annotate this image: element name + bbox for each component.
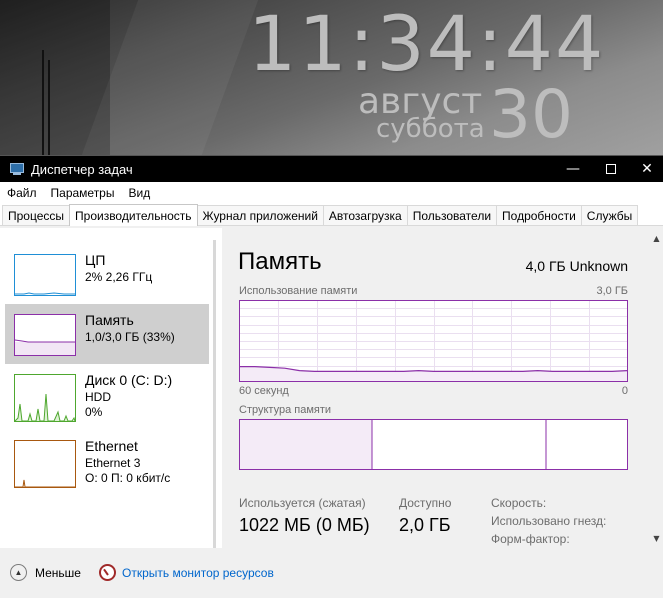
fewer-details-button[interactable]: ▲ Меньше [10,564,81,581]
disk-usage: 0% [85,405,103,419]
memory-total: 4,0 ГБ Unknown [525,258,628,274]
panel-splitter[interactable] [213,240,216,548]
disk-type: HDD [85,390,111,404]
cpu-name: ЦП [85,252,106,268]
available-value: 2,0 ГБ [399,515,451,535]
structure-in-use-segment [240,420,372,469]
in-use-value: 1022 МБ (0 МБ) [239,515,370,535]
menu-file[interactable]: Файл [0,186,44,200]
maximize-icon [606,164,616,174]
tab-users[interactable]: Пользователи [406,205,498,225]
ethernet-thumbnail-graph [14,440,76,488]
resource-list: ЦП 2% 2,26 ГГц Память 1,0/3,0 ГБ (33%) Д… [0,236,212,546]
scroll-up-arrow-icon[interactable]: ▲ [650,232,663,246]
disk-name: Диск 0 (C: D:) [85,372,173,388]
memory-usage-chart [239,300,628,382]
scroll-down-arrow-icon[interactable]: ▼ [650,532,663,546]
fewer-details-label: Меньше [35,565,81,580]
structure-label: Структура памяти [239,404,332,416]
tab-app-history[interactable]: Журнал приложений [196,205,324,225]
ethernet-name: Ethernet [85,438,138,454]
tab-performance[interactable]: Производительность [69,204,198,226]
slots-used-label: Использовано гнезд: [491,514,607,528]
chevron-up-icon: ▲ [10,564,27,581]
usage-chart-max: 3,0 ГБ [596,285,628,297]
resource-monitor-icon [99,564,116,581]
title-bar[interactable]: Диспетчер задач — ✕ [0,156,663,182]
resource-item-ethernet[interactable]: Ethernet Ethernet 3 О: 0 П: 0 кбит/с [5,430,209,490]
resource-monitor-label: Открыть монитор ресурсов [122,565,274,580]
available-label: Доступно [399,496,452,510]
memory-thumbnail-graph [14,314,76,356]
clock-weekday: суббота [376,114,485,144]
resource-item-cpu[interactable]: ЦП 2% 2,26 ГГц [5,244,209,304]
footer: ▲ Меньше Открыть монитор ресурсов [0,548,663,598]
open-resource-monitor-link[interactable]: Открыть монитор ресурсов [99,564,274,581]
tab-startup[interactable]: Автозагрузка [322,205,408,225]
form-factor-label: Форм-фактор: [491,532,570,546]
maximize-button[interactable] [591,156,631,182]
disk-thumbnail-graph [14,374,76,422]
clock-time: 11:34:44 [248,0,606,88]
ethernet-adapter: Ethernet 3 [85,456,141,470]
memory-title: Память [238,248,322,275]
menu-options[interactable]: Параметры [44,186,122,200]
tab-bar: Процессы Производительность Журнал прило… [0,204,663,226]
minimize-button[interactable]: — [553,156,593,182]
resource-item-disk[interactable]: Диск 0 (C: D:) HDD 0% [5,364,209,424]
resource-item-memory[interactable]: Память 1,0/3,0 ГБ (33%) [5,304,209,364]
usage-chart-label: Использование памяти [239,285,358,297]
memory-usage: 1,0/3,0 ГБ (33%) [85,330,175,344]
time-axis-label: 60 секунд [239,385,289,397]
vertical-scrollbar[interactable]: ▲ ▼ [650,228,663,548]
task-manager-window: Диспетчер задач — ✕ Файл Параметры Вид П… [0,155,663,598]
memory-structure-chart [239,419,628,470]
menu-bar: Файл Параметры Вид [0,182,663,204]
close-button[interactable]: ✕ [627,156,663,182]
performance-content: ЦП 2% 2,26 ГГц Память 1,0/3,0 ГБ (33%) Д… [0,228,663,548]
window-title: Диспетчер задач [31,161,133,177]
tab-processes[interactable]: Процессы [2,205,71,225]
cpu-thumbnail-graph [14,254,76,296]
in-use-label: Используется (сжатая) [239,496,366,510]
speed-label: Скорость: [491,496,547,510]
tab-details[interactable]: Подробности [496,205,582,225]
time-axis-zero: 0 [621,385,628,397]
memory-name: Память [85,312,134,328]
task-manager-icon [9,162,25,176]
memory-panel: Память 4,0 ГБ Unknown Использование памя… [222,228,650,548]
ethernet-throughput: О: 0 П: 0 кбит/с [85,471,171,485]
cpu-usage: 2% 2,26 ГГц [85,270,153,284]
desktop-wallpaper: 11:34:44 август суббота 30 [0,0,663,155]
clock-day: 30 [489,76,573,153]
menu-view[interactable]: Вид [121,186,157,200]
tab-services[interactable]: Службы [580,205,639,225]
